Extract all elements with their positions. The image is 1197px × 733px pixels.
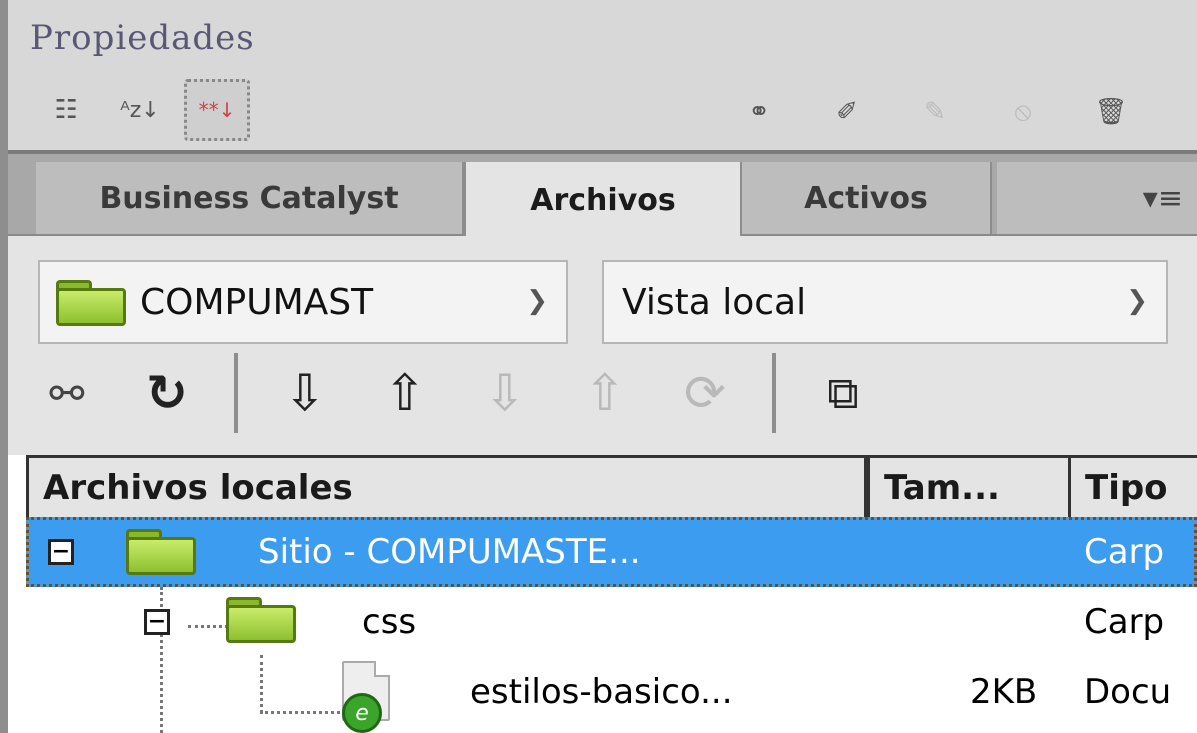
connect-icon[interactable]: ⚯	[28, 358, 106, 428]
column-header-type[interactable]: Tipo	[1071, 458, 1197, 517]
trash-icon[interactable]: 🗑	[1080, 84, 1142, 140]
chevron-down-icon: ❯	[526, 286, 548, 316]
column-header-size[interactable]: Tam...	[867, 458, 1071, 517]
folder-icon	[56, 280, 126, 326]
files-toolbar: ⚯ ↻ ⇩ ⇧ ⇩ ⇧ ⟳ ⧉	[28, 348, 904, 438]
synchronize-icon[interactable]: ⟳	[666, 358, 744, 428]
pencil-icon[interactable]: ✎	[904, 84, 966, 140]
properties-tools-left: ☷ ᴬz↓ **↓	[36, 79, 250, 141]
link-icon[interactable]: ⚭	[728, 84, 790, 140]
site-select[interactable]: COMPUMAST ❯	[38, 260, 568, 344]
file-list: Archivos locales Tam... Tipo − Sitio - C…	[8, 455, 1197, 733]
file-size: 2KB	[970, 672, 1038, 712]
put-files-icon[interactable]: ⇧	[366, 358, 444, 428]
properties-panel: Propiedades ☷ ᴬz↓ **↓ ⚭ ✐ ✎ ⦸ 🗑	[8, 0, 1197, 154]
tab-archivos[interactable]: Archivos	[464, 162, 742, 238]
edit-rule-icon[interactable]: ✐	[816, 84, 878, 140]
sort-az-icon[interactable]: ᴬz↓	[110, 82, 170, 138]
file-name: css	[362, 602, 417, 642]
category-view-icon[interactable]: ☷	[36, 82, 96, 138]
folder-icon	[126, 529, 196, 575]
file-row[interactable]: − css Carp	[26, 587, 1197, 657]
check-out-icon[interactable]: ⇩	[466, 358, 544, 428]
view-select[interactable]: Vista local ❯	[602, 260, 1168, 344]
css-file-icon: e	[342, 661, 390, 733]
tab-business-catalyst[interactable]: Business Catalyst	[36, 162, 464, 234]
file-name: Sitio - COMPUMASTE...	[258, 532, 641, 572]
view-select-value: Vista local	[622, 281, 807, 323]
disable-icon[interactable]: ⦸	[992, 84, 1054, 140]
folder-icon	[226, 597, 296, 643]
check-in-icon[interactable]: ⇧	[566, 358, 644, 428]
panel-tabs: Business Catalyst Archivos Activos ▾≡	[8, 154, 1197, 238]
file-type: Carp	[1084, 532, 1165, 572]
file-type: Docu	[1084, 672, 1172, 712]
file-row[interactable]: e estilos-basico... 2KB Docu	[26, 657, 1197, 733]
file-row[interactable]: − Sitio - COMPUMASTE... Carp	[26, 517, 1197, 587]
tab-activos[interactable]: Activos	[742, 162, 992, 234]
file-list-header: Archivos locales Tam... Tipo	[26, 455, 1197, 517]
collapse-icon[interactable]: −	[48, 539, 74, 565]
column-header-name[interactable]: Archivos locales	[29, 458, 867, 517]
expand-panel-icon[interactable]: ⧉	[804, 358, 882, 428]
collapse-icon[interactable]: −	[144, 609, 170, 635]
refresh-icon[interactable]: ↻	[128, 358, 206, 428]
toolbar-separator	[772, 353, 776, 433]
file-name: estilos-basico...	[470, 672, 733, 712]
get-files-icon[interactable]: ⇩	[266, 358, 344, 428]
properties-title: Propiedades	[30, 18, 255, 58]
panel-options-menu-icon[interactable]: ▾≡	[997, 162, 1197, 234]
chevron-down-icon: ❯	[1126, 286, 1148, 316]
set-properties-icon[interactable]: **↓	[184, 79, 250, 141]
properties-tools-right: ⚭ ✐ ✎ ⦸ 🗑	[728, 84, 1142, 140]
file-type: Carp	[1084, 602, 1165, 642]
toolbar-separator	[234, 353, 238, 433]
site-select-value: COMPUMAST	[140, 281, 374, 323]
